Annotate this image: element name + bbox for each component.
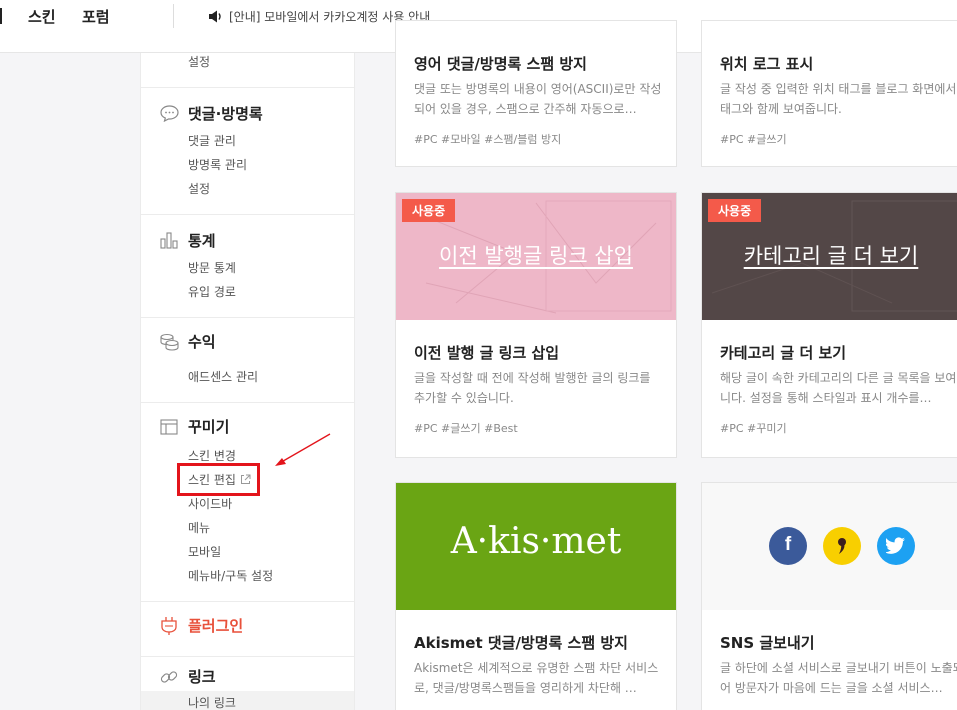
highlight-box xyxy=(177,463,260,496)
akismet-logo: A·kis·met xyxy=(450,521,622,562)
sidebar-item-mobile[interactable]: 모바일 xyxy=(188,543,221,560)
in-use-badge: 사용중 xyxy=(402,199,456,222)
section-customize-title: 꾸미기 xyxy=(188,418,230,436)
thumbnail-title: 카테고리 글 더 보기 xyxy=(743,244,919,268)
card-title: 영어 댓글/방명록 스팸 방지 xyxy=(414,55,587,73)
section-stats-header[interactable]: 통계 xyxy=(159,230,216,251)
card-title: 카테고리 글 더 보기 xyxy=(720,344,847,362)
nav-forum[interactable]: 포럼 xyxy=(82,6,110,27)
arrow-annotation xyxy=(275,433,331,466)
section-plugin-header[interactable]: 플러그인 xyxy=(159,615,243,636)
sidebar-item-my-links[interactable]: 나의 링크 xyxy=(188,694,236,710)
card-thumbnail: 사용중 이전 발행글 링크 삽입 xyxy=(396,193,676,320)
section-revenue-title: 수익 xyxy=(188,333,216,351)
card-desc: 글을 작성할 때 전에 작성해 발행한 글의 링크를 추가할 수 있습니다. xyxy=(414,371,651,405)
plug-icon xyxy=(159,616,179,636)
card-desc: 글 하단에 소셜 서비스로 글보내기 버튼이 노출되어 방문자가 마음에 드는 … xyxy=(720,661,957,695)
twitter-icon xyxy=(877,527,915,565)
card-desc: 댓글 또는 방명록의 내용이 영어(ASCII)로만 작성되어 있을 경우, 스… xyxy=(414,82,662,116)
sidebar-item-menubar-subscribe[interactable]: 메뉴바/구독 설정 xyxy=(188,567,273,584)
card-thumbnail: f xyxy=(702,483,957,610)
coins-icon xyxy=(159,332,179,352)
plugin-card-location-log[interactable]: 위치 로그 표시 글 작성 중 입력한 위치 태그를 블로그 화면에서 태그와 … xyxy=(701,20,957,167)
sidebar-item-settings-top[interactable]: 설정 xyxy=(188,53,210,70)
card-title: 이전 발행 글 링크 삽입 xyxy=(414,344,560,362)
card-title: 위치 로그 표시 xyxy=(720,55,814,73)
section-link-title: 링크 xyxy=(188,668,216,686)
sidebar-item-adsense[interactable]: 애드센스 관리 xyxy=(188,368,258,385)
in-use-badge: 사용중 xyxy=(708,199,762,222)
kakaostory-icon xyxy=(823,527,861,565)
card-tags: #PC #글쓰기 xyxy=(720,133,787,146)
sidebar-item-comment-settings[interactable]: 설정 xyxy=(188,180,210,197)
card-desc: 글 작성 중 입력한 위치 태그를 블로그 화면에서 태그와 함께 보여줍니다. xyxy=(720,82,957,116)
layout-icon xyxy=(159,417,179,437)
card-thumbnail: 사용중 카테고리 글 더 보기 xyxy=(702,193,957,320)
card-tags: #PC #꾸미기 xyxy=(720,422,787,435)
plugin-card-akismet[interactable]: A·kis·met Akismet 댓글/방명록 스팸 방지 Akismet은 … xyxy=(395,482,677,710)
section-plugin: 플러그인 xyxy=(141,601,354,656)
sidebar-item-menu[interactable]: 메뉴 xyxy=(188,519,210,536)
link-icon xyxy=(159,667,179,687)
active-item-bg xyxy=(141,691,354,710)
section-comments-header[interactable]: 댓글·방명록 xyxy=(159,103,263,124)
section-customize-header[interactable]: 꾸미기 xyxy=(159,416,229,437)
section-stats: 통계 방문 통계 유입 경로 xyxy=(141,214,354,317)
cut-off-nav-item xyxy=(0,8,2,24)
section-link-header[interactable]: 링크 xyxy=(159,666,216,687)
nav-skin[interactable]: 스킨 xyxy=(28,6,56,27)
sidebar-item-comment-manage[interactable]: 댓글 관리 xyxy=(188,132,236,149)
section-revenue: 수익 애드센스 관리 xyxy=(141,317,354,402)
card-title: Akismet 댓글/방명록 스팸 방지 xyxy=(414,634,628,652)
section-comments: 댓글·방명록 댓글 관리 방명록 관리 설정 xyxy=(141,87,354,214)
section-stats-title: 통계 xyxy=(188,232,216,250)
speech-bubble-icon xyxy=(159,104,179,124)
card-tags: #PC #글쓰기 #Best xyxy=(414,422,518,435)
speaker-icon xyxy=(209,10,221,23)
plugin-card-sns-share[interactable]: f SNS 글보내기 글 하단에 소셜 서비스로 글보내기 버튼이 노출되어 방… xyxy=(701,482,957,710)
sidebar-item-visit-stats[interactable]: 방문 통계 xyxy=(188,259,236,276)
section-plugin-title: 플러그인 xyxy=(188,617,244,635)
sidebar-item-sidebar[interactable]: 사이드바 xyxy=(188,495,232,512)
thumbnail-title: 이전 발행글 링크 삽입 xyxy=(439,244,633,268)
divider xyxy=(173,4,174,28)
section-link: 링크 나의 링크 xyxy=(141,656,354,710)
plugin-card-prev-post-link[interactable]: 사용중 이전 발행글 링크 삽입 이전 발행 글 링크 삽입 글을 작성할 때 … xyxy=(395,192,677,458)
section-comments-title: 댓글·방명록 xyxy=(188,105,263,123)
plugin-card-english-spam[interactable]: 영어 댓글/방명록 스팸 방지 댓글 또는 방명록의 내용이 영어(ASCII)… xyxy=(395,20,677,167)
card-tags: #PC #모바일 #스팸/블럼 방지 xyxy=(414,133,562,146)
facebook-icon: f xyxy=(769,527,807,565)
bar-chart-icon xyxy=(159,231,179,251)
sidebar-item-guestbook-manage[interactable]: 방명록 관리 xyxy=(188,156,247,173)
plugin-card-category-more[interactable]: 사용중 카테고리 글 더 보기 카테고리 글 더 보기 해당 글이 속한 카테고… xyxy=(701,192,957,458)
card-desc: 해당 글이 속한 카테고리의 다른 글 목록을 보여줍니다. 설정을 통해 스타… xyxy=(720,371,957,405)
section-revenue-header[interactable]: 수익 xyxy=(159,331,216,352)
card-title: SNS 글보내기 xyxy=(720,634,815,652)
card-thumbnail: A·kis·met xyxy=(396,483,676,610)
sidebar-item-skin-change[interactable]: 스킨 변경 xyxy=(188,447,236,464)
card-desc: Akismet은 세계적으로 유명한 스팸 차단 서비스로, 댓글/방명록스팸들… xyxy=(414,661,659,695)
sidebar: 설정 댓글·방명록 댓글 관리 방명록 관리 설정 통계 방문 통계 유입 경로 xyxy=(140,53,355,710)
sidebar-item-referrer[interactable]: 유입 경로 xyxy=(188,283,236,300)
